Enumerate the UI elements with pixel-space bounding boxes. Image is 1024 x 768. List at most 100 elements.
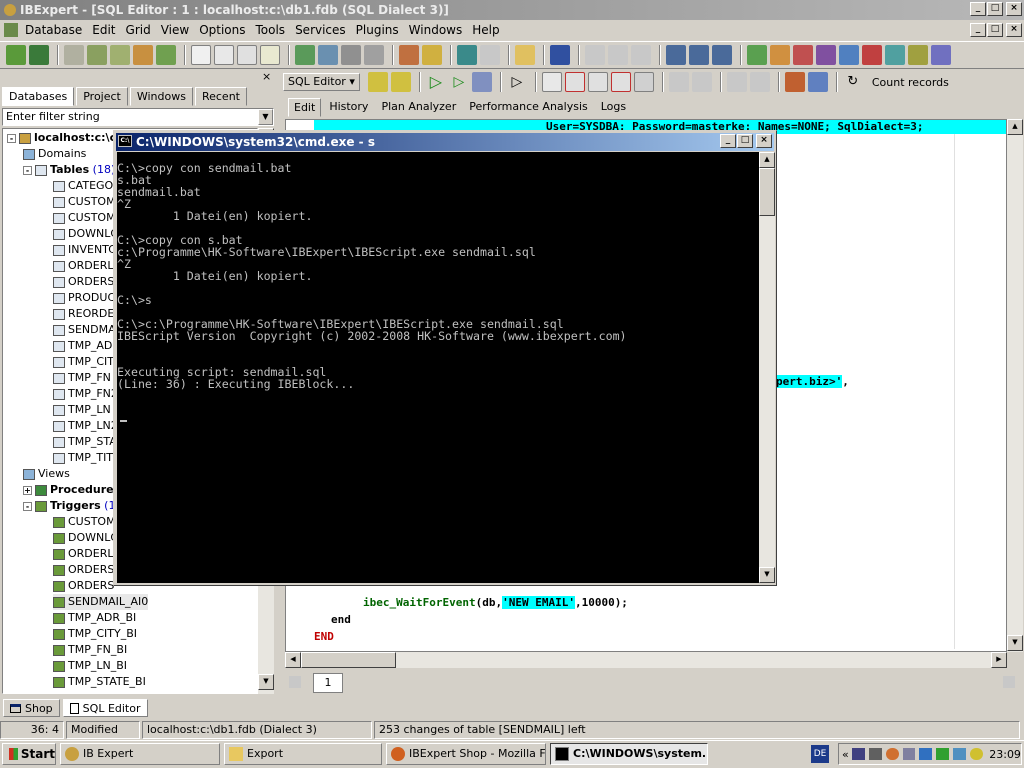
- editor-hscrollbar[interactable]: ◀ ▶: [285, 652, 1007, 668]
- sql-editor-dropdown[interactable]: SQL Editor ▾: [283, 73, 360, 91]
- count-records-label[interactable]: Count records: [872, 76, 949, 89]
- filter-input[interactable]: Enter filter string: [2, 108, 274, 126]
- tree-node[interactable]: Views: [23, 466, 70, 482]
- tree-node[interactable]: TMP_LN_BI: [53, 658, 127, 674]
- new-role-icon[interactable]: [931, 45, 951, 65]
- tray-icon-5[interactable]: [919, 748, 933, 760]
- cmd-console[interactable]: C:\>copy con sendmail.bat s.bat sendmail…: [117, 152, 759, 583]
- collapse-icon[interactable]: -: [23, 165, 32, 175]
- scroll-up-icon[interactable]: ▲: [759, 152, 775, 168]
- tree-node[interactable]: CATEGO: [53, 178, 113, 194]
- grant-icon[interactable]: [295, 45, 315, 65]
- tab-sql-editor[interactable]: SQL Editor: [62, 699, 148, 717]
- tree-node[interactable]: Domains: [23, 146, 86, 162]
- unregister-db-icon[interactable]: [29, 45, 49, 65]
- tree-node[interactable]: - Triggers (1: [23, 498, 115, 514]
- child-minimize-button[interactable]: _: [970, 23, 986, 37]
- tree-node[interactable]: REORDE: [53, 306, 114, 322]
- tree-node[interactable]: TMP_STA: [53, 434, 117, 450]
- tree-node[interactable]: CUSTOM: [53, 210, 116, 226]
- connect-icon[interactable]: [64, 45, 84, 65]
- start-button[interactable]: Start: [2, 743, 56, 765]
- task-firefox[interactable]: IBExpert Shop - Mozilla F...: [386, 743, 546, 765]
- scroll-up-icon[interactable]: ▲: [1007, 119, 1023, 135]
- copy-doc-icon[interactable]: [214, 45, 234, 65]
- task-ibexpert[interactable]: IB Expert: [60, 743, 220, 765]
- tree-node[interactable]: TMP_CIT: [53, 354, 114, 370]
- tab-logs[interactable]: Logs: [596, 98, 631, 117]
- find-next-icon[interactable]: [689, 45, 709, 65]
- collapse-icon[interactable]: -: [23, 501, 32, 511]
- run-script-icon[interactable]: [471, 72, 492, 92]
- register-db-icon[interactable]: [6, 45, 26, 65]
- new-exception-icon[interactable]: [862, 45, 882, 65]
- run-fetch-icon[interactable]: ▷: [449, 72, 469, 92]
- language-indicator[interactable]: DE: [811, 745, 829, 763]
- tree-node[interactable]: ORDERLI: [53, 258, 117, 274]
- db-props-icon[interactable]: [133, 45, 153, 65]
- tree-node[interactable]: + Procedure: [23, 482, 114, 498]
- open-folder-icon[interactable]: [515, 45, 535, 65]
- new-view-icon[interactable]: [770, 45, 790, 65]
- rollback-icon[interactable]: [564, 72, 585, 92]
- person-icon[interactable]: [399, 45, 419, 65]
- tab-history[interactable]: History: [324, 98, 373, 117]
- find-icon[interactable]: [666, 45, 686, 65]
- reconnect-icon[interactable]: [110, 45, 130, 65]
- print-icon[interactable]: [364, 45, 384, 65]
- menu-grid[interactable]: Grid: [121, 20, 156, 40]
- minimize-button[interactable]: _: [970, 2, 986, 16]
- script-icon[interactable]: [260, 45, 280, 65]
- tray-icon-1[interactable]: [851, 748, 865, 760]
- tab-performance-analysis[interactable]: Performance Analysis: [464, 98, 593, 117]
- db-exit-icon[interactable]: [156, 45, 176, 65]
- tray-icon-8[interactable]: [970, 748, 984, 760]
- query-help-icon[interactable]: [367, 72, 388, 92]
- tree-node[interactable]: TMP_ADI: [53, 338, 116, 354]
- key-icon[interactable]: [422, 45, 442, 65]
- table-icon[interactable]: [784, 72, 805, 92]
- menu-plugins[interactable]: Plugins: [351, 20, 404, 40]
- editor-vscrollbar[interactable]: ▲ ▼: [1007, 119, 1023, 652]
- tree-node[interactable]: - localhost:c:\c: [7, 130, 116, 146]
- tab-windows[interactable]: Windows: [129, 86, 193, 106]
- run-icon[interactable]: ▷: [426, 72, 446, 92]
- tree-node[interactable]: CUSTOM: [53, 514, 116, 530]
- tray-icon-3[interactable]: [885, 748, 899, 760]
- tree-node[interactable]: TMP_FN: [53, 370, 111, 386]
- tree-node[interactable]: TMP_TIT: [53, 450, 113, 466]
- close-button[interactable]: ×: [1006, 2, 1022, 16]
- new-table-icon[interactable]: [747, 45, 767, 65]
- new-trigger-icon[interactable]: [816, 45, 836, 65]
- commit-icon[interactable]: [587, 72, 608, 92]
- tray-icon-6[interactable]: [936, 748, 950, 760]
- book-icon[interactable]: [457, 45, 477, 65]
- menu-windows[interactable]: Windows: [404, 20, 468, 40]
- document-icon[interactable]: [191, 45, 211, 65]
- tree-node[interactable]: CUSTOM: [53, 194, 116, 210]
- tree-node[interactable]: DOWNLC: [53, 226, 118, 242]
- menu-help[interactable]: Help: [467, 20, 504, 40]
- cmd-scrollbar[interactable]: ▲ ▼: [759, 152, 775, 583]
- new-query-icon[interactable]: [610, 72, 631, 92]
- search-db-icon[interactable]: [341, 45, 361, 65]
- menu-database[interactable]: Database: [20, 20, 87, 40]
- cmd-scroll-thumb[interactable]: [759, 168, 775, 216]
- chevron-down-icon[interactable]: ▼: [258, 109, 273, 125]
- tree-node[interactable]: PRODUC: [53, 290, 115, 306]
- tray-icon-2[interactable]: [868, 748, 882, 760]
- new-gen-icon[interactable]: [839, 45, 859, 65]
- tree-node[interactable]: INVENTC: [53, 242, 116, 258]
- tree-node[interactable]: DOWNLC: [53, 530, 118, 546]
- page-tab-1[interactable]: 1: [313, 673, 343, 693]
- scroll-down-icon[interactable]: ▼: [258, 674, 274, 690]
- tree-node[interactable]: SENDMA: [53, 322, 116, 338]
- clock[interactable]: 23:09: [989, 748, 1021, 761]
- maximize-button[interactable]: □: [987, 2, 1003, 16]
- tree-node[interactable]: ORDERS: [53, 562, 114, 578]
- users-icon[interactable]: [318, 45, 338, 65]
- replace-icon[interactable]: [712, 45, 732, 65]
- tree-node[interactable]: TMP_CITY_BI: [53, 626, 137, 642]
- hscroll-thumb[interactable]: [301, 652, 396, 668]
- tree-node[interactable]: TMP_STATE_BI: [53, 674, 146, 690]
